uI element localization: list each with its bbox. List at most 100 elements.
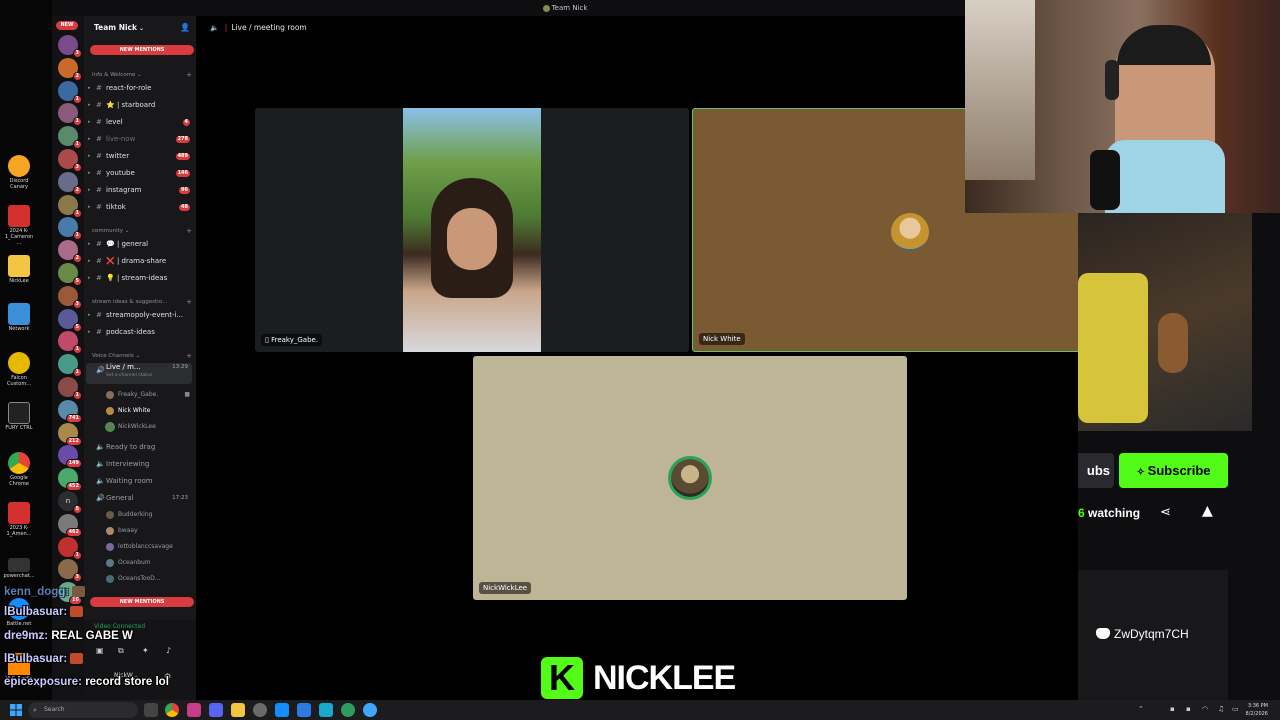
server-icon[interactable]: 1 [58, 194, 82, 218]
channel-item[interactable]: ▸ # live-now 278 [86, 132, 192, 147]
voice-user-nick-white[interactable]: Nick White [106, 404, 192, 418]
voice-channel-ready[interactable]: 🔈 Ready to drag [86, 440, 192, 455]
windows-start-icon[interactable] [10, 704, 22, 716]
category-voice[interactable]: Voice Channels ⌄ + [92, 352, 192, 360]
server-icon[interactable]: 2 [58, 171, 82, 195]
desktop-icon-pdf-2023[interactable]: 2023 K-1_Amen... [2, 502, 36, 537]
server-icon[interactable]: 1 [58, 80, 82, 104]
category-info[interactable]: Info & Welcome ⌄ + [92, 71, 192, 79]
channel-item[interactable]: ▸ # react-for-role [86, 81, 192, 96]
voice-channel-general[interactable]: 🔊 General 17:23 [86, 491, 192, 506]
desktop-icon-chrome[interactable]: Google Chrome [2, 452, 36, 487]
server-icon[interactable]: 2 [58, 57, 82, 81]
subscribe-button[interactable]: ✧ Subscribe [1119, 453, 1228, 488]
server-icon[interactable]: 1 [58, 126, 82, 150]
subs-tab[interactable]: ubs [1078, 453, 1114, 488]
app5-taskbar-icon[interactable] [363, 703, 377, 717]
voice-user[interactable]: Budderking [106, 508, 192, 522]
voice-channel-waiting[interactable]: 🔈 Waiting room [86, 474, 192, 489]
desktop-icon-pdf-2024[interactable]: 2024 K-1_Cameron ... [2, 205, 36, 246]
voice-user[interactable]: Oceanbum [106, 556, 192, 570]
server-icon[interactable]: 5 [58, 263, 82, 286]
voice-user[interactable]: OceansTooD... [106, 572, 192, 586]
add-channel-icon[interactable]: + [186, 71, 192, 79]
new-mentions-banner[interactable]: NEW MENTIONS [90, 45, 194, 55]
server-icon[interactable]: 1 [58, 217, 82, 241]
channel-item[interactable]: ▸ # instagram 96 [86, 183, 192, 198]
channel-item[interactable]: ▸ # youtube 146 [86, 166, 192, 181]
share-icon[interactable]: ⋖ [1160, 505, 1171, 520]
server-icon[interactable]: 452 [58, 468, 82, 492]
channel-item[interactable]: ▸ # streamopoly-event-i... [86, 308, 192, 323]
add-channel-icon[interactable]: + [186, 227, 192, 235]
server-icon[interactable]: 1 [58, 536, 82, 560]
task-view-icon[interactable] [144, 703, 158, 717]
volume-icon[interactable]: ♫ [1218, 705, 1226, 713]
explorer-taskbar-icon[interactable] [231, 703, 245, 717]
taskbar-search[interactable]: ⌕ Search [28, 702, 138, 718]
server-icon[interactable]: 3 [58, 149, 82, 172]
add-channel-icon[interactable]: + [186, 298, 192, 306]
activities-icon[interactable]: ✦ [142, 646, 149, 655]
channel-item[interactable]: ▸ # 💡 | stream-ideas [86, 271, 192, 286]
desktop-icon-network[interactable]: Network [2, 303, 36, 332]
server-icon[interactable]: 462 [58, 513, 82, 537]
app2-taskbar-icon[interactable] [297, 703, 311, 717]
add-member-icon[interactable]: 👤 [180, 16, 190, 40]
server-icon[interactable]: 3 [58, 285, 82, 309]
server-icon[interactable]: 741 [58, 399, 82, 423]
voice-channel-interviewing[interactable]: 🔈 Interviewing [86, 457, 192, 472]
voice-user[interactable]: lottoblanccsavage [106, 540, 192, 554]
server-icon[interactable]: 1 [58, 377, 82, 400]
server-header[interactable]: Team Nick ⌄ 👤 [84, 16, 196, 40]
server-icon[interactable]: 5 [58, 308, 82, 332]
server-icon[interactable]: 212 [58, 422, 82, 446]
server-icon[interactable]: 149 [58, 445, 82, 469]
server-icon[interactable]: 3 [58, 559, 82, 583]
tray-app-icon[interactable]: ▪ [1170, 705, 1178, 713]
clock[interactable]: 3:36 PM 8/2/2026 [1246, 702, 1268, 718]
battlenet-taskbar-icon[interactable] [275, 703, 289, 717]
channel-item[interactable]: ▸ # ⭐ | starboard [86, 98, 192, 113]
obs-taskbar-icon[interactable] [253, 703, 267, 717]
channel-item[interactable]: ▸ # ❌ | drama-share [86, 254, 192, 269]
screen-share-icon[interactable]: ⧉ [118, 646, 124, 656]
channel-item[interactable]: ▸ # podcast-ideas [86, 325, 192, 340]
server-icon[interactable]: 1 [58, 103, 82, 127]
camera-toggle-icon[interactable]: ▣ [96, 646, 104, 655]
desktop-icon-discord-canary[interactable]: Discord Canary [2, 155, 36, 190]
server-icon[interactable]: 2 [58, 240, 82, 264]
voice-user[interactable]: bwaay [106, 524, 192, 538]
soundboard-icon[interactable]: ♪ [166, 646, 171, 655]
app-taskbar-icon[interactable] [187, 703, 201, 717]
category-stream-ideas[interactable]: stream ideas & suggestio... + [92, 298, 192, 306]
channel-item[interactable]: ▸ # 💬 | general [86, 237, 192, 252]
server-icon[interactable]: 1 [58, 331, 82, 355]
channel-item[interactable]: ▸ # level 4 [86, 115, 192, 130]
server-icon[interactable]: n5 [58, 491, 82, 514]
video-tile-freaky-gabe[interactable]: ▯ Freaky_Gabe. [255, 108, 689, 352]
new-mentions-banner-bottom[interactable]: NEW MENTIONS [90, 597, 194, 607]
report-icon[interactable]: ▲ [1202, 503, 1213, 519]
tray-chevron-icon[interactable]: ⌃ [1138, 705, 1146, 713]
add-channel-icon[interactable]: + [186, 352, 192, 360]
channel-item[interactable]: ▸ # tiktok 48 [86, 200, 192, 215]
category-community[interactable]: community ⌄ + [92, 227, 192, 235]
app4-taskbar-icon[interactable] [341, 703, 355, 717]
app3-taskbar-icon[interactable] [319, 703, 333, 717]
video-tile-nickwicklee[interactable]: NickWickLee [473, 356, 907, 600]
server-icon[interactable]: 3 [58, 35, 82, 58]
server-icon[interactable]: 1 [58, 354, 82, 378]
desktop-icon-falcon[interactable]: Falcon Custom... [2, 352, 36, 387]
wifi-icon[interactable]: ◠ [1202, 705, 1210, 713]
tray-app-icon[interactable]: ▪ [1186, 705, 1194, 713]
battery-icon[interactable]: ▭ [1232, 705, 1240, 713]
voice-user-freaky-gabe[interactable]: Freaky_Gabe. ■ [106, 388, 192, 402]
discord-taskbar-icon[interactable] [209, 703, 223, 717]
chrome-taskbar-icon[interactable] [165, 703, 179, 717]
voice-channel-live[interactable]: 🔊 Live / m... 13:29 Set a channel status [86, 363, 192, 384]
channel-item[interactable]: ▸ # twitter 489 [86, 149, 192, 164]
desktop-icon-powerchat[interactable]: powerchat... [2, 558, 36, 579]
desktop-icon-fury-ctrl[interactable]: FURY CTRL [2, 402, 36, 431]
desktop-icon-nicklee-folder[interactable]: NickLee [2, 255, 36, 284]
